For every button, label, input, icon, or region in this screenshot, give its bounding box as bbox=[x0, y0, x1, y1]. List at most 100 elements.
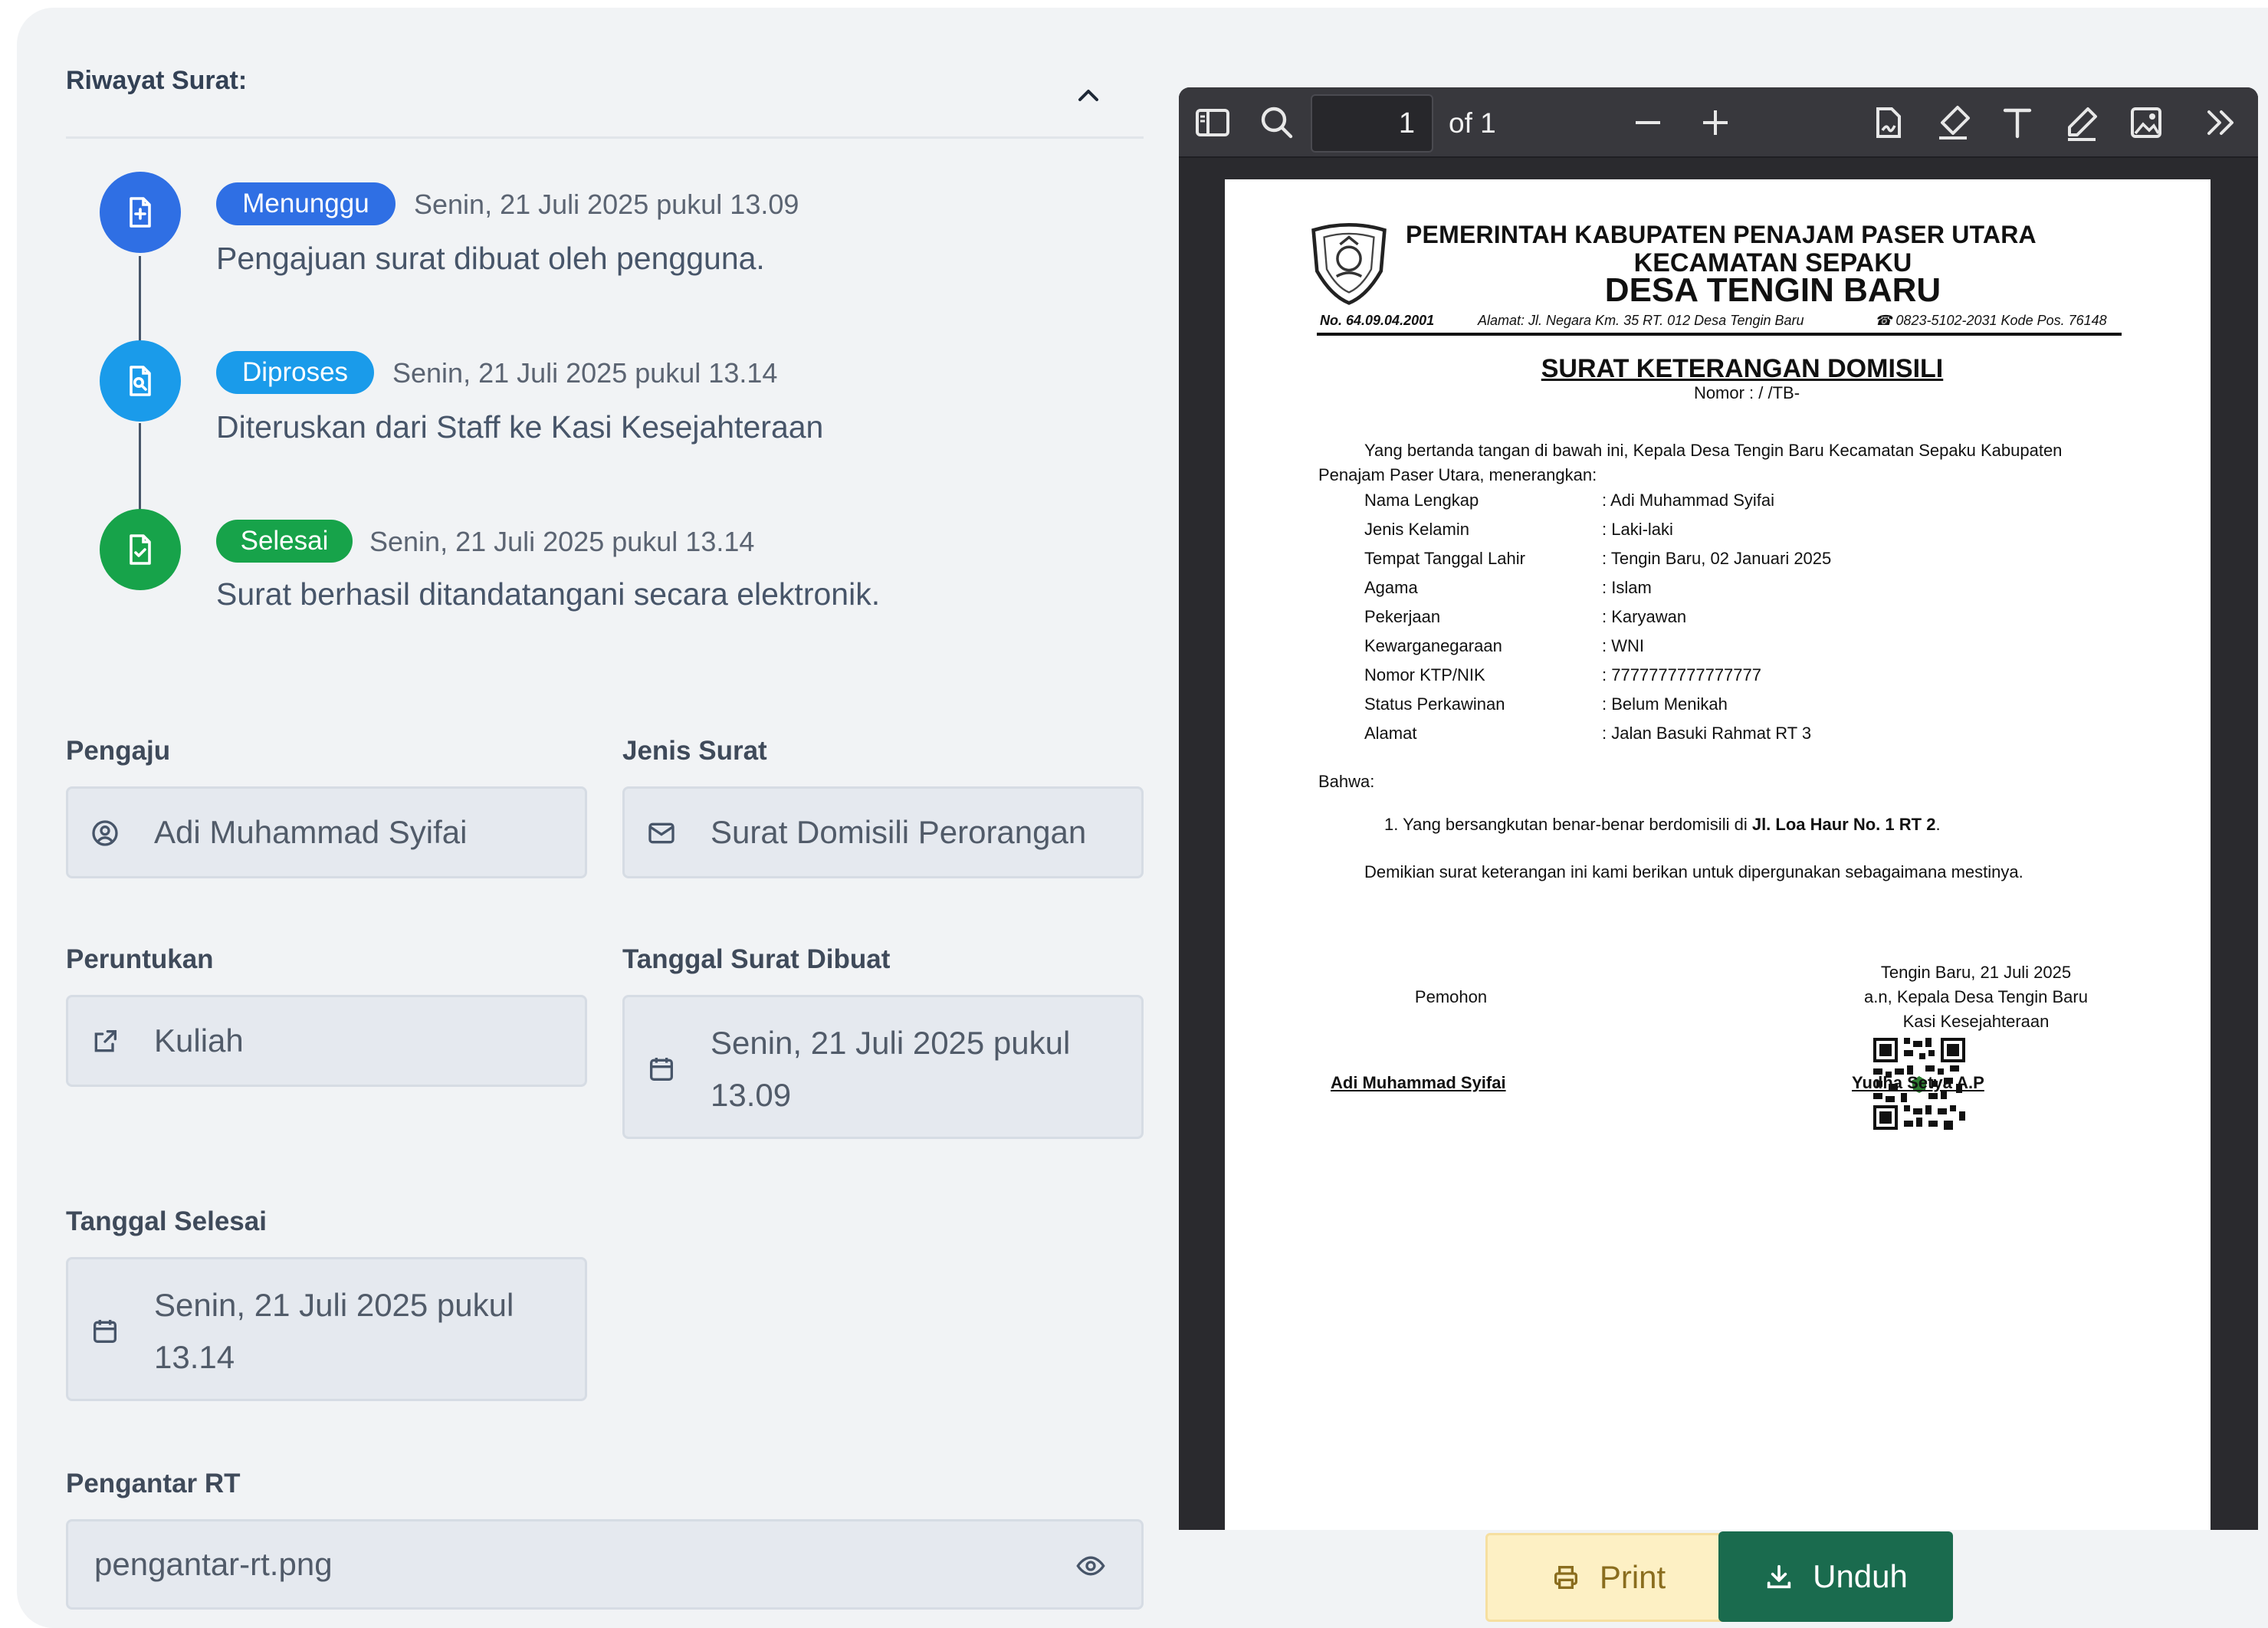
file-plus-icon bbox=[130, 197, 151, 228]
status-badge: Menunggu bbox=[216, 182, 396, 225]
doc-intro: Yang bertanda tangan di bawah ini, Kepal… bbox=[1318, 441, 2063, 484]
signature-icon bbox=[1876, 107, 1901, 138]
doc-pemohon: Pemohon bbox=[1414, 987, 1488, 1006]
doc-row-key: Pekerjaan bbox=[1364, 607, 1441, 626]
print-label: Print bbox=[1599, 1559, 1666, 1595]
doc-row-value: : Jalan Basuki Rahmat RT 3 bbox=[1602, 724, 1812, 743]
text-icon bbox=[2003, 108, 2032, 139]
timeline-icon-selesai bbox=[100, 509, 181, 590]
doc-header-government: PEMERINTAH KABUPATEN PENAJAM PASER UTARA bbox=[1406, 221, 2037, 248]
timeline-icon-menunggu bbox=[100, 172, 181, 253]
doc-point: 1. Yang bersangkutan benar-benar berdomi… bbox=[1384, 812, 2151, 837]
doc-row-key: Agama bbox=[1364, 578, 1418, 597]
doc-row-key: Status Perkawinan bbox=[1364, 694, 1505, 714]
doc-row-value: : Islam bbox=[1602, 578, 1652, 597]
find-button[interactable] bbox=[1255, 101, 1298, 144]
pencil-icon bbox=[2068, 107, 2097, 141]
download-button[interactable]: Unduh bbox=[1718, 1531, 1953, 1622]
signature-button[interactable] bbox=[1867, 101, 1910, 144]
doc-meta-address: Alamat: Jl. Negara Km. 35 RT. 012 Desa T… bbox=[1478, 313, 1804, 328]
jenis-surat-field[interactable]: Surat Domisili Perorangan bbox=[622, 786, 1144, 878]
doc-nomor: Nomor : / /TB- bbox=[1693, 383, 1800, 402]
doc-row-value: : Karyawan bbox=[1602, 607, 1687, 626]
plus-icon bbox=[1703, 110, 1728, 135]
add-image-button[interactable] bbox=[2125, 101, 2168, 144]
peruntukan-value: Kuliah bbox=[154, 1022, 244, 1059]
highlight-button[interactable] bbox=[1932, 101, 1974, 144]
chevron-up-icon[interactable] bbox=[1076, 83, 1101, 107]
viewer-actions: Print Unduh bbox=[1179, 1530, 2258, 1628]
doc-title: SURAT KETERANGAN DOMISILI bbox=[1541, 354, 1944, 383]
timeline-desc: Diteruskan dari Staff ke Kasi Kesejahter… bbox=[216, 409, 824, 445]
doc-row-value: : Adi Muhammad Syifai bbox=[1602, 491, 1774, 510]
pengantar-rt-field[interactable]: pengantar-rt.png bbox=[66, 1519, 1144, 1610]
minus-icon bbox=[1636, 121, 1660, 124]
tanggal-dibuat-value-line2: 13.09 bbox=[711, 1077, 792, 1113]
search-icon bbox=[1261, 107, 1293, 139]
download-label: Unduh bbox=[1813, 1558, 1908, 1594]
print-button[interactable]: Print bbox=[1485, 1533, 1731, 1622]
history-title: Riwayat Surat: bbox=[66, 66, 248, 95]
page-number-input[interactable]: 1 bbox=[1311, 94, 1433, 153]
tanggal-dibuat-label: Tanggal Surat Dibuat bbox=[622, 944, 891, 974]
doc-bahwa: Bahwa: bbox=[1318, 772, 1375, 791]
text-button[interactable] bbox=[1996, 101, 2039, 144]
doc-point-text: 1. Yang bersangkutan benar-benar berdomi… bbox=[1384, 815, 1752, 834]
pdf-viewer: 1 of 1 PEMERINTAH KABUPATEN PENAJAM PASE… bbox=[1179, 87, 2258, 1628]
doc-row-key: Nama Lengkap bbox=[1364, 491, 1479, 510]
download-icon bbox=[1767, 1564, 1791, 1589]
doc-row-key: Kewarganegaraan bbox=[1364, 636, 1502, 655]
share-icon bbox=[94, 1030, 117, 1052]
doc-kasi: Kasi Kesejahteraan bbox=[1902, 1012, 2050, 1031]
tanggal-selesai-field[interactable]: Senin, 21 Juli 2025 pukul 13.14 bbox=[66, 1257, 587, 1401]
tanggal-selesai-label: Tanggal Selesai bbox=[66, 1206, 267, 1236]
doc-sign-official: Yudha Setya A.P bbox=[1852, 1073, 1984, 1092]
tanggal-dibuat-field[interactable]: Senin, 21 Juli 2025 pukul 13.09 bbox=[622, 995, 1144, 1139]
jenis-surat-label: Jenis Surat bbox=[622, 736, 767, 766]
doc-meta-phone: ☎ 0823-5102-2031 Kode Pos. 76148 bbox=[1875, 313, 2107, 328]
doc-closing: Demikian surat keterangan ini kami berik… bbox=[1364, 862, 2023, 881]
calendar-icon bbox=[94, 1320, 117, 1343]
peruntukan-field[interactable]: Kuliah bbox=[66, 995, 587, 1087]
eye-icon[interactable] bbox=[1074, 1551, 1108, 1581]
timeline-time: Senin, 21 Juli 2025 pukul 13.14 bbox=[392, 357, 778, 389]
doc-meta-number: No. 64.09.04.2001 bbox=[1320, 313, 1435, 328]
pengaju-field[interactable]: Adi Muhammad Syifai bbox=[66, 786, 587, 878]
history-divider bbox=[66, 136, 1144, 139]
status-badge: Selesai bbox=[216, 520, 353, 563]
timeline-connector bbox=[139, 256, 141, 346]
user-circle-icon bbox=[92, 820, 118, 846]
envelope-icon bbox=[648, 822, 674, 844]
zoom-out-button[interactable] bbox=[1626, 101, 1669, 144]
chevrons-right-icon bbox=[2207, 110, 2234, 135]
tanggal-dibuat-value-line1: Senin, 21 Juli 2025 pukul bbox=[711, 1025, 1071, 1061]
doc-sign-pemohon: Adi Muhammad Syifai bbox=[1331, 1073, 1506, 1092]
timeline-time: Senin, 21 Juli 2025 pukul 13.14 bbox=[369, 526, 755, 557]
pengaju-label: Pengaju bbox=[66, 736, 171, 766]
doc-row-key: Jenis Kelamin bbox=[1364, 520, 1469, 539]
timeline-connector bbox=[139, 423, 141, 514]
zoom-in-button[interactable] bbox=[1694, 101, 1737, 144]
highlighter-icon bbox=[1939, 106, 1970, 139]
file-check-icon bbox=[130, 534, 151, 565]
calendar-icon bbox=[650, 1058, 673, 1081]
more-tools-button[interactable] bbox=[2198, 101, 2241, 144]
pdf-toolbar: 1 of 1 bbox=[1179, 87, 2258, 158]
printer-icon bbox=[1554, 1566, 1577, 1589]
pengantar-rt-value: pengantar-rt.png bbox=[94, 1546, 333, 1582]
doc-an: a.n, Kepala Desa Tengin Baru bbox=[1864, 987, 2088, 1006]
doc-row-value: : 7777777777777777 bbox=[1602, 665, 1761, 684]
doc-row-value: : Laki-laki bbox=[1602, 520, 1673, 539]
timeline-desc: Surat berhasil ditandatangani secara ele… bbox=[216, 576, 881, 612]
doc-row-value: : Belum Menikah bbox=[1602, 694, 1728, 714]
doc-row-key: Tempat Tanggal Lahir bbox=[1364, 549, 1525, 568]
sidebar-icon bbox=[1196, 109, 1229, 136]
timeline-icon-diproses bbox=[100, 340, 181, 422]
doc-place-date: Tengin Baru, 21 Juli 2025 bbox=[1880, 963, 2072, 982]
sidebar-toggle-button[interactable] bbox=[1191, 101, 1234, 144]
doc-row-key: Alamat bbox=[1364, 724, 1417, 743]
draw-button[interactable] bbox=[2060, 101, 2103, 144]
status-badge: Diproses bbox=[216, 351, 374, 394]
tanggal-selesai-value-line2: 13.14 bbox=[154, 1339, 235, 1375]
doc-point-end: . bbox=[1935, 815, 1941, 834]
